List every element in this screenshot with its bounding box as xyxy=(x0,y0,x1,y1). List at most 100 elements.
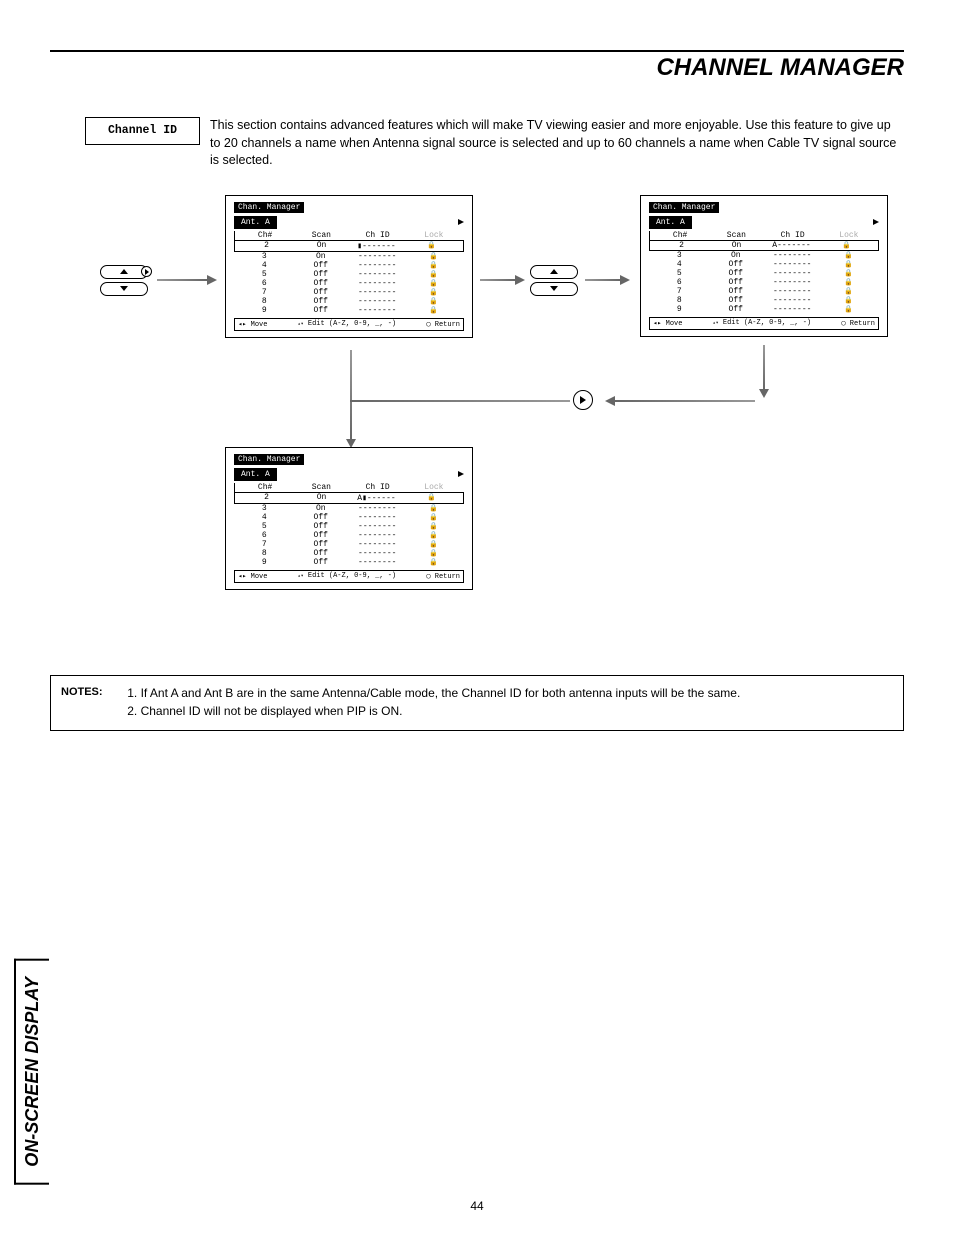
cell-scan: Off xyxy=(293,279,350,288)
cell-ch: 9 xyxy=(236,306,293,315)
lock-icon: 🔒 xyxy=(406,297,463,306)
chevron-right-icon xyxy=(458,219,464,225)
channel-manager-panel: Chan. ManagerAnt. ACh#ScanCh IDLock2OnA▮… xyxy=(225,447,473,590)
cell-chid: -------- xyxy=(764,260,821,269)
cell-chid: -------- xyxy=(764,296,821,305)
flow-arrow xyxy=(763,345,765,390)
column-header-row: Ch#ScanCh IDLock xyxy=(234,483,464,493)
table-row: 7Off--------🔒 xyxy=(234,288,464,297)
chevron-right-icon xyxy=(458,471,464,477)
channel-manager-panel: Chan. ManagerAnt. ACh#ScanCh IDLock2On▮-… xyxy=(225,195,473,338)
cell-ch: 7 xyxy=(236,540,293,549)
remote-right-button xyxy=(573,390,593,410)
hint-move: ◂▸ Move xyxy=(238,572,267,581)
cell-scan: Off xyxy=(293,522,350,531)
flow-arrow xyxy=(605,400,755,402)
cell-chid: -------- xyxy=(349,270,406,279)
table-row: 6Off--------🔒 xyxy=(234,279,464,288)
cell-ch: 9 xyxy=(651,305,708,314)
hint-bar: ◂▸ Move ▴▾ Edit (A-Z, 0-9, _, -) ◯ Return xyxy=(234,570,464,583)
hint-return: ◯ Return xyxy=(841,319,875,328)
table-row: 8Off--------🔒 xyxy=(234,549,464,558)
cell-scan: Off xyxy=(293,270,350,279)
table-row: 3On--------🔒 xyxy=(234,504,464,513)
cell-chid: -------- xyxy=(764,269,821,278)
lock-icon: 🔒 xyxy=(406,270,463,279)
cell-ch: 4 xyxy=(236,513,293,522)
panel-subtitle: Ant. A xyxy=(234,216,277,229)
cell-chid: -------- xyxy=(349,252,406,261)
cell-ch: 2 xyxy=(654,241,709,250)
hint-edit: ▴▾ Edit (A-Z, 0-9, _, -) xyxy=(298,320,396,328)
cell-ch: 5 xyxy=(236,270,293,279)
section-label-box: Channel ID xyxy=(85,117,200,145)
lock-icon: 🔒 xyxy=(821,305,878,314)
cell-scan: Off xyxy=(293,531,350,540)
lock-icon: 🔒 xyxy=(406,306,463,315)
cell-chid: A------- xyxy=(764,241,819,250)
lock-icon: 🔒 xyxy=(406,261,463,270)
table-row: 9Off--------🔒 xyxy=(234,558,464,567)
lock-icon: 🔒 xyxy=(406,279,463,288)
cell-ch: 4 xyxy=(236,261,293,270)
cell-ch: 5 xyxy=(651,269,708,278)
chevron-right-icon xyxy=(873,219,879,225)
table-row: 4Off--------🔒 xyxy=(234,513,464,522)
lock-icon: 🔒 xyxy=(406,549,463,558)
panel-title: Chan. Manager xyxy=(234,454,304,465)
cell-ch: 6 xyxy=(236,279,293,288)
cell-scan: Off xyxy=(708,287,765,296)
lock-icon: 🔒 xyxy=(821,287,878,296)
cell-scan: On xyxy=(708,251,765,260)
lock-icon: 🔒 xyxy=(406,531,463,540)
hint-move: ◂▸ Move xyxy=(653,319,682,328)
cell-ch: 8 xyxy=(236,549,293,558)
cell-scan: On xyxy=(294,241,349,251)
cell-ch: 7 xyxy=(236,288,293,297)
table-row: 2On▮-------🔒 xyxy=(237,241,461,251)
cell-ch: 6 xyxy=(651,278,708,287)
table-row: 2OnA-------🔒 xyxy=(652,241,876,250)
lock-icon: 🔒 xyxy=(821,251,878,260)
page-number: 44 xyxy=(0,1199,954,1213)
lock-icon: 🔒 xyxy=(406,558,463,567)
hint-return: ◯ Return xyxy=(426,320,460,329)
cell-ch: 2 xyxy=(239,493,294,503)
lock-icon: 🔒 xyxy=(406,504,463,513)
col-scan: Scan xyxy=(293,483,349,492)
cell-chid: -------- xyxy=(349,513,406,522)
cell-scan: Off xyxy=(293,549,350,558)
intro-text: This section contains advanced features … xyxy=(210,117,904,170)
column-header-row: Ch#ScanCh IDLock xyxy=(234,231,464,241)
remote-down-button xyxy=(530,282,578,296)
cell-scan: Off xyxy=(293,513,350,522)
cell-scan: Off xyxy=(708,305,765,314)
table-row: 7Off--------🔒 xyxy=(234,540,464,549)
panel-subtitle: Ant. A xyxy=(234,468,277,481)
lock-icon: 🔒 xyxy=(404,493,459,503)
lock-icon: 🔒 xyxy=(821,260,878,269)
cell-chid: -------- xyxy=(349,306,406,315)
note-item: Channel ID will not be displayed when PI… xyxy=(141,702,741,720)
hint-edit: ▴▾ Edit (A-Z, 0-9, _, -) xyxy=(298,572,396,580)
cell-ch: 8 xyxy=(236,297,293,306)
table-row: 3On--------🔒 xyxy=(234,252,464,261)
cell-ch: 7 xyxy=(651,287,708,296)
cell-chid: -------- xyxy=(349,549,406,558)
cell-ch: 3 xyxy=(651,251,708,260)
remote-up-button xyxy=(530,265,578,279)
notes-box: NOTES: If Ant A and Ant B are in the sam… xyxy=(50,675,904,731)
table-row: 4Off--------🔒 xyxy=(234,261,464,270)
cell-ch: 5 xyxy=(236,522,293,531)
column-header-row: Ch#ScanCh IDLock xyxy=(649,231,879,241)
hint-return: ◯ Return xyxy=(426,572,460,581)
cell-chid: -------- xyxy=(764,305,821,314)
table-row: 6Off--------🔒 xyxy=(649,278,879,287)
col-chid: Ch ID xyxy=(350,483,406,492)
cell-chid: -------- xyxy=(349,522,406,531)
cell-scan: On xyxy=(293,504,350,513)
lock-icon: 🔒 xyxy=(404,241,459,251)
hint-move: ◂▸ Move xyxy=(238,320,267,329)
flow-arrow xyxy=(585,279,630,281)
cell-scan: On xyxy=(709,241,764,250)
